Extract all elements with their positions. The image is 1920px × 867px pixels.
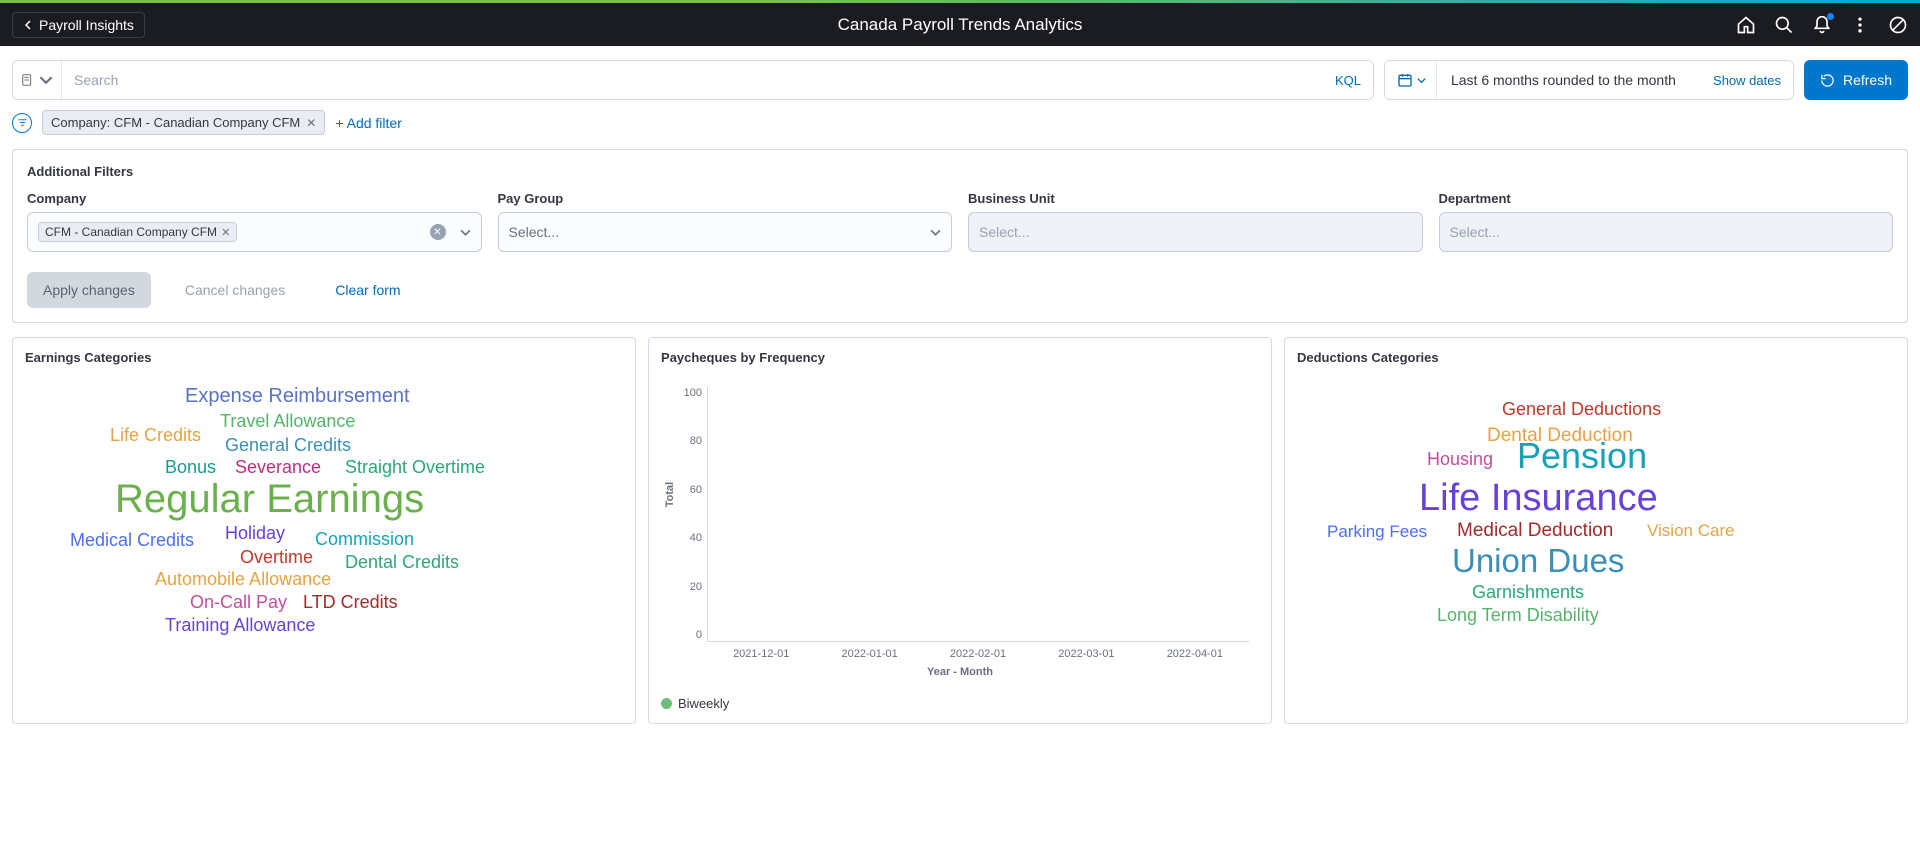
word-cloud-term[interactable]: Long Term Disability xyxy=(1437,605,1599,626)
word-cloud-term[interactable]: Regular Earnings xyxy=(115,477,424,522)
company-chip-label: CFM - Canadian Company CFM xyxy=(45,225,217,239)
word-cloud-term[interactable]: Pension xyxy=(1517,435,1647,477)
word-cloud-term[interactable]: Parking Fees xyxy=(1327,522,1427,542)
chart-legend: Biweekly xyxy=(661,696,1259,711)
remove-chip-icon[interactable]: ✕ xyxy=(221,226,230,239)
refresh-button[interactable]: Refresh xyxy=(1804,60,1908,100)
chevron-down-icon xyxy=(39,73,53,87)
x-axis-ticks: 2021-12-012022-01-012022-02-012022-03-01… xyxy=(707,642,1249,660)
company-filter-select[interactable]: CFM - Canadian Company CFM ✕ ✕ xyxy=(27,212,482,252)
additional-filters-title: Additional Filters xyxy=(27,164,1893,179)
deductions-title: Deductions Categories xyxy=(1297,350,1895,365)
back-label: Payroll Insights xyxy=(39,17,134,33)
clear-select-icon[interactable]: ✕ xyxy=(430,224,446,240)
word-cloud-term[interactable]: Bonus xyxy=(165,457,216,478)
calendar-icon xyxy=(1397,72,1413,88)
pay-group-filter-select[interactable]: Select... xyxy=(498,212,953,252)
word-cloud-term[interactable]: Life Credits xyxy=(110,425,201,446)
word-cloud-term[interactable]: Expense Reimbursement xyxy=(185,385,410,408)
word-cloud-term[interactable]: Automobile Allowance xyxy=(155,569,331,590)
word-cloud-term[interactable]: Severance xyxy=(235,457,321,478)
word-cloud-term[interactable]: Commission xyxy=(315,529,414,550)
earnings-categories-panel: Earnings Categories Expense Reimbursemen… xyxy=(12,337,636,724)
word-cloud-term[interactable]: Straight Overtime xyxy=(345,457,485,478)
clear-form-button[interactable]: Clear form xyxy=(319,272,416,308)
business-unit-filter-label: Business Unit xyxy=(968,191,1423,206)
more-icon[interactable] xyxy=(1850,15,1870,35)
y-axis-ticks: 100806040200 xyxy=(676,387,702,641)
chart-bars xyxy=(708,387,1249,641)
date-range-text: Last 6 months rounded to the month xyxy=(1443,72,1707,88)
notifications-icon[interactable] xyxy=(1812,15,1832,35)
chevron-left-icon xyxy=(23,20,33,30)
block-icon[interactable] xyxy=(1888,15,1908,35)
word-cloud-term[interactable]: Holiday xyxy=(225,523,285,544)
search-container: KQL xyxy=(12,60,1374,100)
filter-pill-company[interactable]: Company: CFM - Canadian Company CFM ✕ xyxy=(42,110,325,135)
filter-icon xyxy=(17,117,28,128)
word-cloud-term[interactable]: Travel Allowance xyxy=(220,411,355,432)
department-placeholder: Select... xyxy=(1450,224,1501,240)
apply-changes-button: Apply changes xyxy=(27,272,151,308)
show-dates-link[interactable]: Show dates xyxy=(1713,73,1781,88)
word-cloud-term[interactable]: Union Dues xyxy=(1452,542,1624,580)
deductions-categories-panel: Deductions Categories General Deductions… xyxy=(1284,337,1908,724)
x-axis-label: Year - Month xyxy=(661,666,1259,678)
word-cloud-term[interactable]: General Credits xyxy=(225,435,351,456)
legend-label: Biweekly xyxy=(678,696,729,711)
word-cloud-term[interactable]: Medical Deduction xyxy=(1457,520,1613,542)
department-filter-label: Department xyxy=(1439,191,1894,206)
notification-badge xyxy=(1827,13,1834,20)
page-title: Canada Payroll Trends Analytics xyxy=(838,15,1083,35)
kql-toggle[interactable]: KQL xyxy=(1323,73,1373,88)
word-cloud-term[interactable]: Housing xyxy=(1427,449,1493,470)
calendar-button[interactable] xyxy=(1397,61,1437,99)
pay-group-placeholder: Select... xyxy=(509,224,560,240)
word-cloud-term[interactable]: LTD Credits xyxy=(303,592,398,613)
remove-filter-icon[interactable]: ✕ xyxy=(306,116,316,130)
pay-group-filter-label: Pay Group xyxy=(498,191,953,206)
additional-filters-panel: Additional Filters Company CFM - Canadia… xyxy=(12,149,1908,323)
word-cloud-term[interactable]: Medical Credits xyxy=(70,530,194,551)
app-header: Payroll Insights Canada Payroll Trends A… xyxy=(0,3,1920,46)
word-cloud-term[interactable]: Dental Credits xyxy=(345,552,459,573)
chevron-down-icon xyxy=(1417,76,1426,85)
company-chip: CFM - Canadian Company CFM ✕ xyxy=(38,222,237,242)
business-unit-filter-select: Select... xyxy=(968,212,1423,252)
add-filter-link[interactable]: + Add filter xyxy=(335,115,402,131)
home-icon[interactable] xyxy=(1736,15,1756,35)
deductions-word-cloud: General DeductionsDental DeductionHousin… xyxy=(1297,377,1895,677)
word-cloud-term[interactable]: Vision Care xyxy=(1647,521,1735,541)
word-cloud-term[interactable]: Training Allowance xyxy=(165,615,315,636)
refresh-label: Refresh xyxy=(1843,72,1892,88)
department-filter-select: Select... xyxy=(1439,212,1894,252)
cancel-changes-button: Cancel changes xyxy=(169,272,301,308)
business-unit-placeholder: Select... xyxy=(979,224,1030,240)
paycheques-title: Paycheques by Frequency xyxy=(661,350,1259,365)
search-input[interactable] xyxy=(62,61,1323,99)
saved-query-button[interactable] xyxy=(13,61,62,99)
bar-chart: Total 100806040200 xyxy=(707,387,1249,642)
filter-pill-label: Company: CFM - Canadian Company CFM xyxy=(51,115,300,130)
earnings-title: Earnings Categories xyxy=(25,350,623,365)
refresh-icon xyxy=(1820,73,1835,88)
chevron-down-icon xyxy=(460,227,471,238)
company-filter-label: Company xyxy=(27,191,482,206)
word-cloud-term[interactable]: On-Call Pay xyxy=(190,592,287,613)
back-button[interactable]: Payroll Insights xyxy=(12,12,145,38)
word-cloud-term[interactable]: General Deductions xyxy=(1502,399,1661,420)
word-cloud-term[interactable]: Garnishments xyxy=(1472,582,1584,603)
word-cloud-term[interactable]: Life Insurance xyxy=(1419,477,1658,520)
date-picker[interactable]: Last 6 months rounded to the month Show … xyxy=(1384,60,1794,100)
paycheques-panel: Paycheques by Frequency Total 1008060402… xyxy=(648,337,1272,724)
y-axis-label: Total xyxy=(664,482,676,507)
earnings-word-cloud: Expense Reimbursement Travel Allowance Lif… xyxy=(25,377,623,677)
legend-swatch xyxy=(661,698,672,709)
word-cloud-term[interactable]: Overtime xyxy=(240,547,313,568)
chevron-down-icon xyxy=(930,227,941,238)
filter-menu-button[interactable] xyxy=(12,113,32,133)
search-icon[interactable] xyxy=(1774,15,1794,35)
